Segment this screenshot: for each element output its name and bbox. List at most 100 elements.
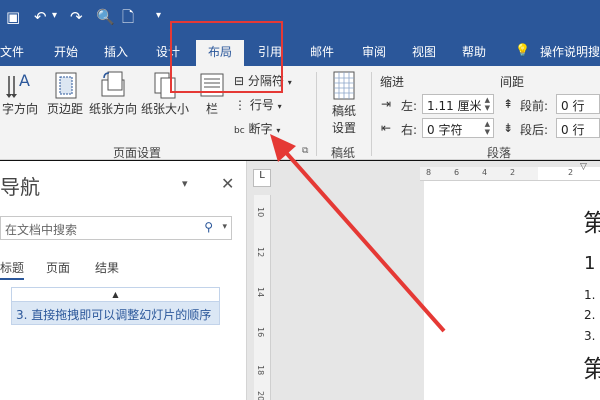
undo-dropdown-icon[interactable]: ▾ (52, 10, 57, 21)
dialog-launcher-icon[interactable]: ⧉ (302, 146, 308, 156)
orientation-icon (101, 71, 125, 97)
text-direction-label: 字方向 (1, 102, 38, 116)
text-direction-button[interactable]: A 字方向 (0, 70, 40, 117)
space-after-label: 段后: (520, 123, 549, 137)
doc-list-item: 3. (584, 329, 596, 343)
draft-paper-label-line2: 设置 (331, 121, 356, 135)
chevron-down-icon: ▾ (277, 102, 282, 111)
ruler-tick-label: 20 (256, 391, 265, 400)
collapse-up-icon[interactable]: ▲ (12, 288, 219, 302)
customize-icon[interactable]: ▾ (156, 10, 161, 21)
horizontal-ruler: 8 6 4 2 2 ▽ (420, 162, 600, 181)
space-before-input[interactable]: 0 行 (556, 94, 600, 114)
indent-left-input[interactable]: 1.11 厘米 ▲ ▼ (422, 94, 494, 114)
space-after-icon: ⇟ (503, 121, 514, 135)
group-divider (316, 72, 317, 156)
indent-right-label: 右: (401, 123, 418, 137)
line-numbers-icon: ⋮ (234, 98, 246, 112)
line-numbers-label: 行号 (249, 98, 274, 112)
doc-number: 1 (584, 253, 596, 274)
margins-label: 页边距 (46, 102, 83, 116)
search-placeholder: 在文档中搜索 (5, 223, 78, 237)
text-direction-icon: A (6, 71, 30, 98)
orientation-label: 纸张方向 (88, 102, 137, 116)
tab-selector[interactable]: L (253, 169, 271, 187)
close-icon[interactable]: ✕ (221, 174, 234, 193)
spinner-arrows-icon[interactable]: ▲ ▼ (485, 96, 490, 112)
spinner-arrows-icon[interactable]: ▲ ▼ (485, 120, 490, 136)
workspace: 导航 ▾ ✕ 在文档中搜索 ⚲ ▾ 标题 页面 结果 ▲ 3. 直接拖拽即可以调… (0, 161, 600, 400)
columns-label: 栏 (205, 102, 218, 116)
ruler-tick-label: 8 (426, 168, 432, 177)
indent-left-icon: ⇥ (381, 97, 392, 111)
ruler-tick-label: 18 (256, 365, 265, 376)
print-preview-icon[interactable]: 🔍 (96, 8, 115, 26)
space-before-icon: ⇞ (503, 97, 514, 111)
tab-file[interactable]: 文件 (0, 43, 24, 60)
indent-marker-icon[interactable]: ▽ (580, 162, 587, 172)
tab-home[interactable]: 开始 (54, 43, 78, 60)
spacing-header: 间距 (500, 75, 525, 89)
ruler-tick-label: 6 (454, 168, 460, 177)
ruler-tick-label: 12 (256, 247, 265, 258)
tab-pages[interactable]: 页面 (46, 259, 70, 276)
draft-paper-icon (333, 71, 355, 100)
indent-header: 缩进 (380, 75, 405, 89)
highlight-box (170, 21, 283, 93)
ribbon: A 字方向 页边距 纸张方向 纸张大小 栏 ⊟ 分隔符 ▾ ⋮ 行号 ▾ bc … (0, 66, 600, 160)
search-input[interactable]: 在文档中搜索 ⚲ ▾ (0, 216, 232, 240)
tab-review[interactable]: 审阅 (362, 43, 386, 60)
tab-view[interactable]: 视图 (412, 43, 436, 60)
doc-list-item: 1. (584, 288, 596, 302)
ruler-tick-label: 10 (256, 207, 265, 218)
space-after-input[interactable]: 0 行 (556, 118, 600, 138)
indent-right-icon: ⇤ (381, 121, 392, 135)
line-numbers-button[interactable]: ⋮ 行号 ▾ (234, 96, 282, 113)
hyphenation-label: 断字 (248, 122, 273, 136)
doc-heading-char: 第 (583, 355, 600, 383)
orientation-button[interactable]: 纸张方向 (88, 70, 138, 117)
size-label: 纸张大小 (140, 102, 189, 116)
ruler-tick-label: 4 (482, 168, 488, 177)
ruler-tick-label: 2 (510, 168, 516, 177)
paragraph-group-label: 段落 (487, 146, 512, 160)
margins-icon (55, 72, 77, 99)
navigation-pane: 导航 ▾ ✕ 在文档中搜索 ⚲ ▾ 标题 页面 结果 ▲ 3. 直接拖拽即可以调… (0, 161, 247, 400)
chevron-down-icon: ▾ (276, 126, 281, 135)
tell-me-search[interactable]: 操作说明搜 (540, 43, 600, 60)
svg-text:A: A (19, 71, 30, 90)
ruler-tick-label: 16 (256, 327, 265, 338)
ruler-tick-label: 2 (568, 168, 574, 177)
page-setup-group-label: 页面设置 (113, 146, 162, 160)
quick-access-toolbar: ▣ ↶ ▾ ↷ 🔍 🗋 ▾ (0, 0, 600, 36)
heading-item[interactable]: ▲ 3. 直接拖拽即可以调整幻灯片的顺序 (11, 287, 220, 325)
doc-heading-char: 第 (583, 209, 600, 237)
ruler-tick-label: 14 (256, 287, 265, 298)
hyphenation-button[interactable]: bc 断字 ▾ (234, 120, 280, 137)
tab-insert[interactable]: 插入 (104, 43, 128, 60)
chevron-down-icon[interactable]: ▾ (222, 222, 227, 232)
save-icon[interactable]: ▣ (6, 8, 20, 26)
lightbulb-icon[interactable]: 💡 (515, 43, 530, 57)
tab-help[interactable]: 帮助 (462, 43, 486, 60)
undo-icon[interactable]: ↶ (34, 8, 47, 26)
indent-left-value: 1.11 厘米 (427, 99, 482, 113)
nav-options-icon[interactable]: ▾ (182, 177, 188, 190)
hyphenation-icon: bc (234, 126, 245, 136)
group-divider (371, 72, 372, 156)
tab-results[interactable]: 结果 (95, 259, 119, 276)
tab-headings[interactable]: 标题 (0, 259, 25, 280)
new-document-icon[interactable]: 🗋 (122, 8, 134, 26)
draft-paper-group-label: 稿纸 (331, 146, 356, 160)
redo-icon[interactable]: ↷ (70, 8, 83, 26)
vertical-ruler: 10 12 14 16 18 20 (254, 195, 271, 400)
search-icon[interactable]: ⚲ (204, 220, 213, 234)
margins-button[interactable]: 页边距 (44, 70, 86, 117)
space-before-value: 0 行 (561, 99, 585, 113)
draft-paper-button[interactable]: 稿纸 设置 (324, 70, 364, 136)
indent-right-input[interactable]: 0 字符 ▲ ▼ (422, 118, 494, 138)
tab-mailings[interactable]: 邮件 (310, 43, 334, 60)
document-page[interactable]: 第 1 1. 2. 3. 第 (424, 181, 600, 400)
indent-right-value: 0 字符 (427, 123, 463, 137)
doc-list-item: 2. (584, 308, 596, 322)
